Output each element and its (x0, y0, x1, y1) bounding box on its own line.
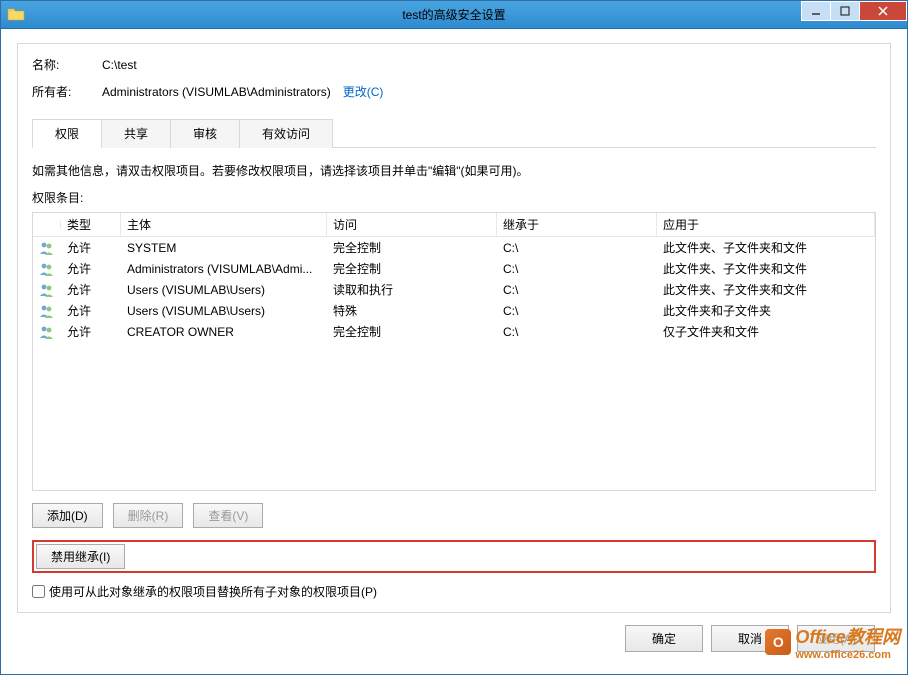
cell-principal: SYSTEM (121, 239, 327, 257)
cell-inherited: C:\ (497, 281, 657, 299)
name-row: 名称: C:\test (32, 56, 876, 73)
highlight-annotation: 禁用继承(I) (32, 540, 876, 573)
cell-inherited: C:\ (497, 302, 657, 320)
tab-effective-access[interactable]: 有效访问 (239, 119, 333, 148)
action-buttons: 添加(D) 删除(R) 查看(V) (32, 503, 876, 528)
table-row[interactable]: 允许 SYSTEM 完全控制 C:\ 此文件夹、子文件夹和文件 (33, 237, 875, 258)
cell-applies: 此文件夹、子文件夹和文件 (657, 279, 875, 300)
users-icon (39, 324, 55, 340)
replace-child-label: 使用可从此对象继承的权限项目替换所有子对象的权限项目(P) (49, 583, 377, 600)
cell-type: 允许 (61, 321, 121, 342)
ok-button[interactable]: 确定 (625, 625, 703, 652)
cell-type: 允许 (61, 279, 121, 300)
name-value: C:\test (102, 58, 137, 72)
header-icon (33, 221, 61, 229)
users-icon (39, 303, 55, 319)
table-row[interactable]: 允许 Administrators (VISUMLAB\Admi... 完全控制… (33, 258, 875, 279)
tab-permissions[interactable]: 权限 (32, 119, 102, 148)
tab-audit[interactable]: 审核 (170, 119, 240, 148)
owner-label: 所有者: (32, 83, 102, 100)
titlebar: test的高级安全设置 (1, 1, 907, 29)
close-button[interactable] (859, 1, 907, 21)
permission-entries-label: 权限条目: (32, 189, 876, 206)
cell-principal: CREATOR OWNER (121, 323, 327, 341)
cell-applies: 仅子文件夹和文件 (657, 321, 875, 342)
dialog-footer: 确定 取消 应用(A) (17, 613, 891, 664)
header-principal[interactable]: 主体 (121, 212, 327, 237)
cell-applies: 此文件夹、子文件夹和文件 (657, 258, 875, 279)
cell-inherited: C:\ (497, 323, 657, 341)
remove-button[interactable]: 删除(R) (113, 503, 184, 528)
cell-type: 允许 (61, 300, 121, 321)
view-button[interactable]: 查看(V) (193, 503, 263, 528)
cell-access: 读取和执行 (327, 279, 497, 300)
cell-inherited: C:\ (497, 260, 657, 278)
window-title: test的高级安全设置 (402, 6, 505, 23)
replace-child-permissions-row: 使用可从此对象继承的权限项目替换所有子对象的权限项目(P) (32, 583, 876, 600)
content-frame: 名称: C:\test 所有者: Administrators (VISUMLA… (17, 43, 891, 613)
header-access[interactable]: 访问 (327, 212, 497, 237)
table-row[interactable]: 允许 Users (VISUMLAB\Users) 读取和执行 C:\ 此文件夹… (33, 279, 875, 300)
table-row[interactable]: 允许 CREATOR OWNER 完全控制 C:\ 仅子文件夹和文件 (33, 321, 875, 342)
header-inherited[interactable]: 继承于 (497, 212, 657, 237)
cell-access: 完全控制 (327, 237, 497, 258)
maximize-button[interactable] (830, 1, 860, 21)
cell-inherited: C:\ (497, 239, 657, 257)
name-label: 名称: (32, 56, 102, 73)
owner-value: Administrators (VISUMLAB\Administrators) (102, 85, 331, 99)
cell-access: 特殊 (327, 300, 497, 321)
header-applies[interactable]: 应用于 (657, 212, 875, 237)
window-controls (802, 1, 907, 21)
table-header: 类型 主体 访问 继承于 应用于 (33, 213, 875, 237)
permission-table[interactable]: 类型 主体 访问 继承于 应用于 允许 SYSTEM 完全控制 C:\ 此文件夹… (32, 212, 876, 491)
users-icon (39, 261, 55, 277)
table-row[interactable]: 允许 Users (VISUMLAB\Users) 特殊 C:\ 此文件夹和子文… (33, 300, 875, 321)
cell-access: 完全控制 (327, 321, 497, 342)
cell-type: 允许 (61, 237, 121, 258)
minimize-button[interactable] (801, 1, 831, 21)
dialog-content: 名称: C:\test 所有者: Administrators (VISUMLA… (1, 29, 907, 674)
users-icon (39, 240, 55, 256)
cell-principal: Users (VISUMLAB\Users) (121, 302, 327, 320)
folder-icon (7, 6, 25, 22)
owner-row: 所有者: Administrators (VISUMLAB\Administra… (32, 83, 876, 100)
cell-type: 允许 (61, 258, 121, 279)
cancel-button[interactable]: 取消 (711, 625, 789, 652)
advanced-security-dialog: test的高级安全设置 名称: C:\test 所有者: Administrat… (0, 0, 908, 675)
tab-strip: 权限 共享 审核 有效访问 (32, 118, 876, 148)
apply-button[interactable]: 应用(A) (797, 625, 875, 652)
users-icon (39, 282, 55, 298)
cell-applies: 此文件夹、子文件夹和文件 (657, 237, 875, 258)
cell-principal: Users (VISUMLAB\Users) (121, 281, 327, 299)
disable-inheritance-button[interactable]: 禁用继承(I) (36, 544, 125, 569)
replace-child-checkbox[interactable] (32, 585, 45, 598)
cell-applies: 此文件夹和子文件夹 (657, 300, 875, 321)
cell-principal: Administrators (VISUMLAB\Admi... (121, 260, 327, 278)
tab-share[interactable]: 共享 (101, 119, 171, 148)
hint-text: 如需其他信息，请双击权限项目。若要修改权限项目，请选择该项目并单击"编辑"(如果… (32, 162, 876, 179)
cell-access: 完全控制 (327, 258, 497, 279)
header-type[interactable]: 类型 (61, 212, 121, 237)
change-owner-link[interactable]: 更改(C) (343, 83, 384, 100)
add-button[interactable]: 添加(D) (32, 503, 103, 528)
